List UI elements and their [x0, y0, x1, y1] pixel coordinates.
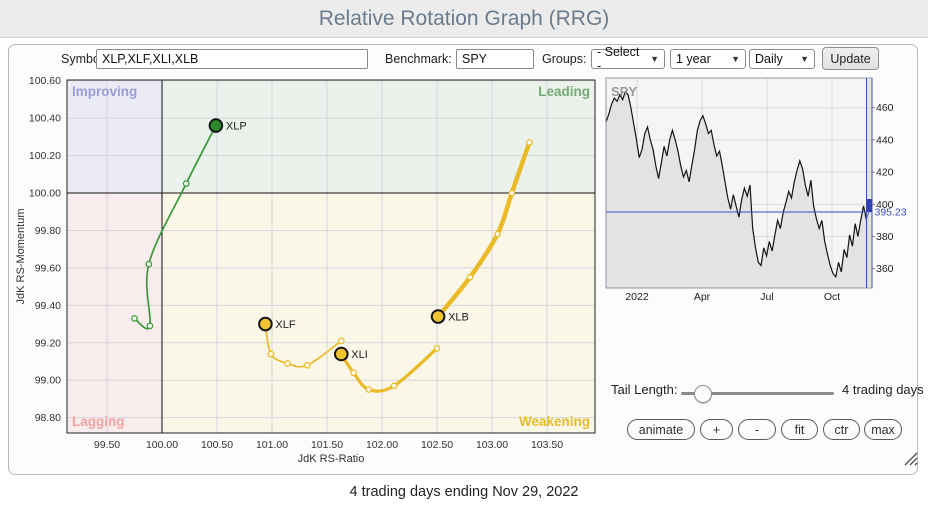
spy-chart: SPY360380400420440460395.232022AprJulOct — [600, 74, 910, 306]
title-bar: Relative Rotation Graph (RRG) — [0, 0, 928, 38]
rrg-tail-point — [305, 363, 310, 368]
period-select[interactable]: 1 year ▼ — [670, 49, 746, 69]
svg-text:100.00: 100.00 — [29, 188, 61, 200]
resize-handle-icon[interactable] — [900, 448, 920, 468]
svg-text:460: 460 — [876, 102, 894, 114]
svg-text:380: 380 — [876, 231, 894, 243]
rrg-tail-point — [495, 231, 500, 236]
last-price-label: 395.23 — [875, 207, 907, 219]
benchmark-input[interactable] — [456, 49, 534, 69]
svg-text:103.50: 103.50 — [531, 439, 563, 451]
svg-text:102.50: 102.50 — [421, 439, 453, 451]
svg-text:440: 440 — [876, 134, 894, 146]
rrg-chart[interactable]: XLP XLF XLI XLB Improving Leading Lagging Weake… — [0, 72, 608, 472]
rrg-tail-point — [184, 181, 189, 186]
rrg-tail-point — [509, 190, 514, 195]
quadrant-weakening — [162, 193, 595, 433]
rrg-tail-point — [147, 323, 152, 328]
animate-button[interactable]: animate — [627, 419, 695, 440]
svg-text:99.40: 99.40 — [35, 300, 61, 312]
rrg-symbol-label: XLI — [351, 349, 368, 361]
x-axis-label: JdK RS-Ratio — [298, 453, 365, 465]
update-button[interactable]: Update — [822, 47, 879, 70]
symbols-input[interactable] — [96, 49, 368, 69]
svg-text:98.80: 98.80 — [35, 412, 61, 424]
svg-text:100.60: 100.60 — [29, 75, 61, 87]
rrg-head-XLB[interactable] — [432, 310, 445, 323]
zoom-in-button[interactable]: + — [700, 419, 733, 440]
zoom-out-button[interactable]: - — [738, 419, 776, 440]
svg-text:101.50: 101.50 — [311, 439, 343, 451]
groups-label: Groups: — [542, 52, 586, 66]
rrg-symbol-label: XLF — [275, 319, 295, 331]
svg-text:99.50: 99.50 — [94, 439, 120, 451]
svg-text:360: 360 — [876, 263, 894, 275]
benchmark-label: Benchmark: — [385, 52, 452, 66]
tail-period-band — [867, 78, 873, 288]
svg-text:102.00: 102.00 — [366, 439, 398, 451]
svg-text:100.00: 100.00 — [146, 439, 178, 451]
svg-text:99.00: 99.00 — [35, 375, 61, 387]
rrg-tail-point — [285, 361, 290, 366]
tail-length-value: 4 trading days — [842, 382, 924, 397]
rrg-tail-point — [434, 346, 439, 351]
svg-text:Oct: Oct — [824, 291, 840, 303]
svg-text:99.60: 99.60 — [35, 262, 61, 274]
rrg-head-XLI[interactable] — [335, 348, 348, 361]
frequency-select[interactable]: Daily ▼ — [749, 49, 815, 69]
quadrant-label-weakening: Weakening — [519, 414, 590, 429]
chevron-down-icon: ▼ — [731, 54, 740, 64]
groups-select[interactable]: - Select - ▼ — [591, 49, 665, 69]
svg-text:Jul: Jul — [760, 291, 773, 303]
center-button[interactable]: ctr — [823, 419, 860, 440]
max-button[interactable]: max — [864, 419, 902, 440]
svg-text:100.40: 100.40 — [29, 113, 61, 125]
tail-length-label: Tail Length: — [611, 382, 678, 397]
svg-text:99.20: 99.20 — [35, 337, 61, 349]
svg-text:420: 420 — [876, 167, 894, 179]
rrg-tail-point — [268, 351, 273, 356]
rrg-tail-point — [351, 370, 356, 375]
rrg-tail-point — [527, 140, 532, 145]
quadrant-lagging — [67, 193, 162, 433]
quadrant-leading — [162, 80, 595, 193]
groups-select-value: - Select - — [597, 45, 646, 73]
rrg-head-XLP[interactable] — [210, 119, 223, 132]
period-select-value: 1 year — [676, 52, 711, 66]
rrg-head-XLF[interactable] — [259, 318, 272, 331]
svg-text:Apr: Apr — [694, 291, 711, 303]
rrg-tail-point — [467, 275, 472, 280]
rrg-tail-point — [146, 261, 151, 266]
rrg-tail-point — [132, 316, 137, 321]
y-axis-label: JdK RS-Momentum — [15, 209, 27, 305]
last-price-marker — [867, 199, 873, 212]
fit-button[interactable]: fit — [781, 419, 818, 440]
chevron-down-icon: ▼ — [800, 54, 809, 64]
page-title: Relative Rotation Graph (RRG) — [319, 7, 610, 31]
quadrant-label-improving: Improving — [72, 84, 137, 99]
chart-caption: 4 trading days ending Nov 29, 2022 — [0, 484, 928, 500]
svg-text:2022: 2022 — [625, 291, 649, 303]
chevron-down-icon: ▼ — [650, 54, 659, 64]
rrg-symbol-label: XLB — [448, 312, 469, 324]
spy-title: SPY — [611, 84, 637, 99]
svg-text:100.20: 100.20 — [29, 150, 61, 162]
rrg-tail-point — [339, 338, 344, 343]
rrg-tail-point — [391, 383, 396, 388]
quadrant-label-lagging: Lagging — [72, 414, 125, 429]
rrg-symbol-label: XLP — [226, 121, 247, 133]
rrg-tail-point — [366, 387, 371, 392]
frequency-select-value: Daily — [755, 52, 783, 66]
tail-length-slider-thumb[interactable] — [694, 385, 712, 403]
svg-text:100.50: 100.50 — [201, 439, 233, 451]
svg-text:99.80: 99.80 — [35, 225, 61, 237]
quadrant-label-leading: Leading — [538, 84, 590, 99]
svg-text:101.00: 101.00 — [256, 439, 288, 451]
svg-text:103.00: 103.00 — [476, 439, 508, 451]
